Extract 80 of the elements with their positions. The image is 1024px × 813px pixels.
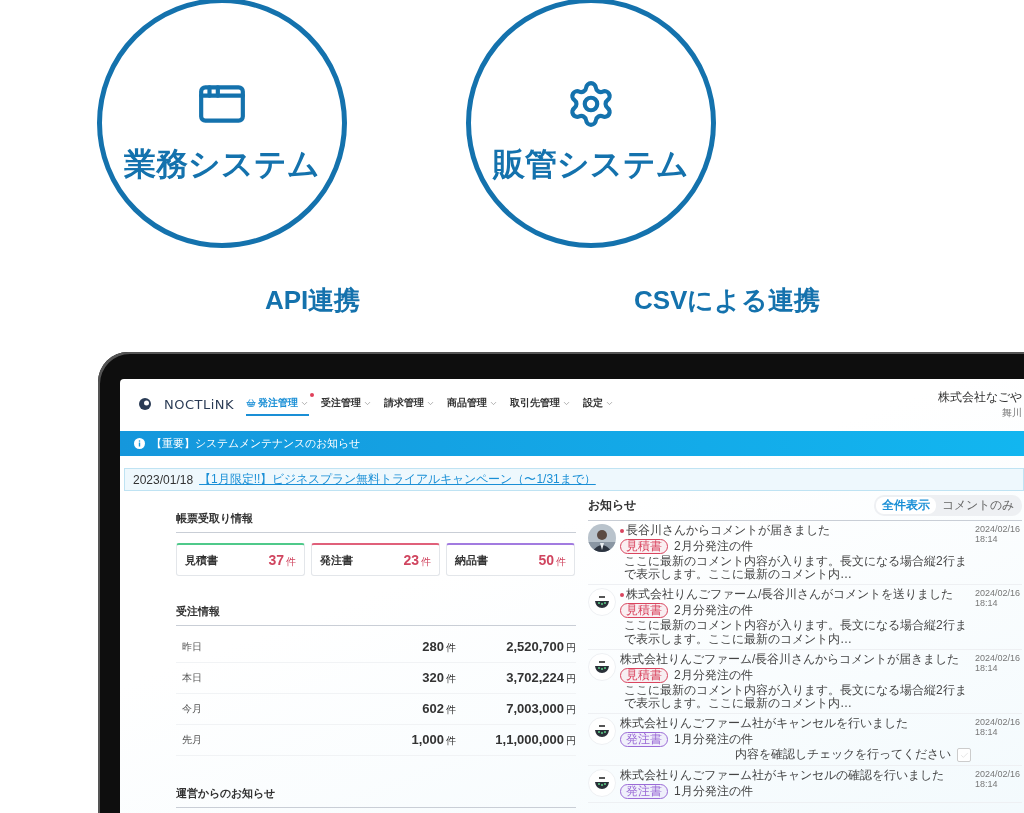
integration-label: API連携 xyxy=(265,283,361,317)
logo-icon xyxy=(588,769,616,798)
company-name: 株式会社なごや xyxy=(938,388,1022,406)
basket-icon xyxy=(246,398,257,408)
system-name: 販管システム xyxy=(493,145,689,184)
document-card[interactable]: 納品書 50件 xyxy=(446,543,575,576)
notice-date: 2024/02/16 xyxy=(975,717,1022,728)
section-title: 受注情報 xyxy=(176,604,576,626)
notice-body: ここに最新のコメント内容が入ります。長文になる場合縦2行まで表示します。ここに最新のコメント内… xyxy=(623,619,968,646)
order-count: 602件 xyxy=(421,701,456,717)
notice-subject: 2月分発注の件 xyxy=(674,668,753,682)
nav-tab[interactable]: 受注管理 xyxy=(321,392,373,416)
section-title: 帳票受取り情報 xyxy=(176,511,576,533)
order-amount: 7,003,000 円 xyxy=(505,701,576,717)
document-count: 23件 xyxy=(403,551,431,569)
logo-icon xyxy=(588,652,616,681)
filter-option[interactable]: コメントのみ xyxy=(936,497,1020,514)
period-label: 今月 xyxy=(181,702,203,716)
notice-subject: 2月分発注の件 xyxy=(674,604,753,618)
notice-title[interactable]: 長谷川さんからコメントが届きました xyxy=(626,524,830,538)
logo-icon xyxy=(588,588,616,617)
period-label: 昨日 xyxy=(181,640,203,654)
document-label: 納品書 xyxy=(455,552,488,568)
filter-option[interactable]: 全件表示 xyxy=(876,497,936,514)
news-date: 2023/01/18 xyxy=(133,472,194,487)
nav-tab[interactable]: 商品管理 xyxy=(447,392,499,416)
notice-time: 18:14 xyxy=(975,534,999,544)
check-icon xyxy=(959,750,969,760)
document-card[interactable]: 見積書 37件 xyxy=(176,543,305,576)
notice-subject: 2月分発注の件 xyxy=(674,539,753,553)
notice-time: 18:14 xyxy=(975,779,999,790)
order-amount: 1,1,000,000 円 xyxy=(494,732,576,748)
notice-time: 18:14 xyxy=(975,662,999,673)
period-label: 本日 xyxy=(181,671,203,685)
document-tag: 見積書 xyxy=(620,538,668,554)
document-tag: 見積書 xyxy=(620,667,668,683)
section-title: 運営からのお知らせ xyxy=(176,786,576,808)
banner-text: 【重要】システムメンテナンスのお知らせ xyxy=(151,436,360,451)
notice-date: 2024/02/16 xyxy=(975,652,1022,663)
document-tag: 発注書 xyxy=(620,731,668,748)
notice-subject: 1月分発注の件 xyxy=(674,732,753,747)
integration-label: CSVによる連携 xyxy=(634,283,821,317)
order-count: 1,000件 xyxy=(410,732,456,748)
notice-date: 2024/02/16 xyxy=(975,769,1022,780)
section-title: お知らせ xyxy=(588,497,636,514)
notice-body: ここに最新のコメント内容が入ります。長文になる場合縦2行まで表示します。ここに最新のコメント内… xyxy=(623,683,968,711)
system-name: 業務システム xyxy=(124,145,320,184)
logo-text: NOCTLiNK xyxy=(164,396,235,412)
notice-title[interactable]: 株式会社りんごファーム/長谷川さんからコメントが届きました xyxy=(620,652,960,667)
notice-title[interactable]: 株式会社りんごファーム社がキャンセルを行いました xyxy=(620,717,908,731)
notice-title[interactable]: 株式会社りんごファーム社がキャンセルの確認を行いました xyxy=(620,769,944,783)
order-count: 280件 xyxy=(421,639,456,655)
notice-date: 2024/02/16 xyxy=(975,588,1022,599)
period-label: 先月 xyxy=(181,733,203,747)
check-label: 内容を確認しチェックを行ってください xyxy=(735,748,951,762)
document-label: 発注書 xyxy=(320,552,353,568)
document-count: 50件 xyxy=(538,551,566,569)
document-card[interactable]: 発注書 23件 xyxy=(311,543,440,576)
order-amount: 2,520,700 円 xyxy=(505,639,576,655)
document-count: 37件 xyxy=(268,551,296,569)
nav-tab[interactable]: 取引先管理 xyxy=(510,392,572,416)
notice-time: 18:14 xyxy=(975,598,999,609)
document-label: 見積書 xyxy=(185,552,218,568)
document-tag: 見積書 xyxy=(620,603,668,619)
notice-time: 18:14 xyxy=(975,727,999,738)
nav-tab[interactable]: 請求管理 xyxy=(384,392,436,416)
logo-icon xyxy=(588,717,616,746)
nav-tab[interactable]: 発注管理 xyxy=(246,392,310,416)
document-tag: 発注書 xyxy=(620,783,668,800)
logo-icon xyxy=(138,397,152,411)
order-amount: 3,702,224 円 xyxy=(505,670,576,686)
info-icon xyxy=(134,438,145,449)
nav-tab[interactable]: 設定 xyxy=(583,392,615,416)
notice-body: ここに最新のコメント内容が入ります。長文になる場合縦2行まで表示します。ここに最新のコメント内… xyxy=(623,555,968,582)
order-count: 320件 xyxy=(421,670,456,686)
notice-subject: 1月分発注の件 xyxy=(674,784,753,799)
notice-title[interactable]: 株式会社りんごファーム/長谷川さんがコメントを送りました xyxy=(626,588,954,603)
notice-date: 2024/02/16 xyxy=(975,524,1022,534)
checkbox[interactable] xyxy=(957,748,971,763)
user-name: 舞川 xyxy=(1002,405,1022,420)
